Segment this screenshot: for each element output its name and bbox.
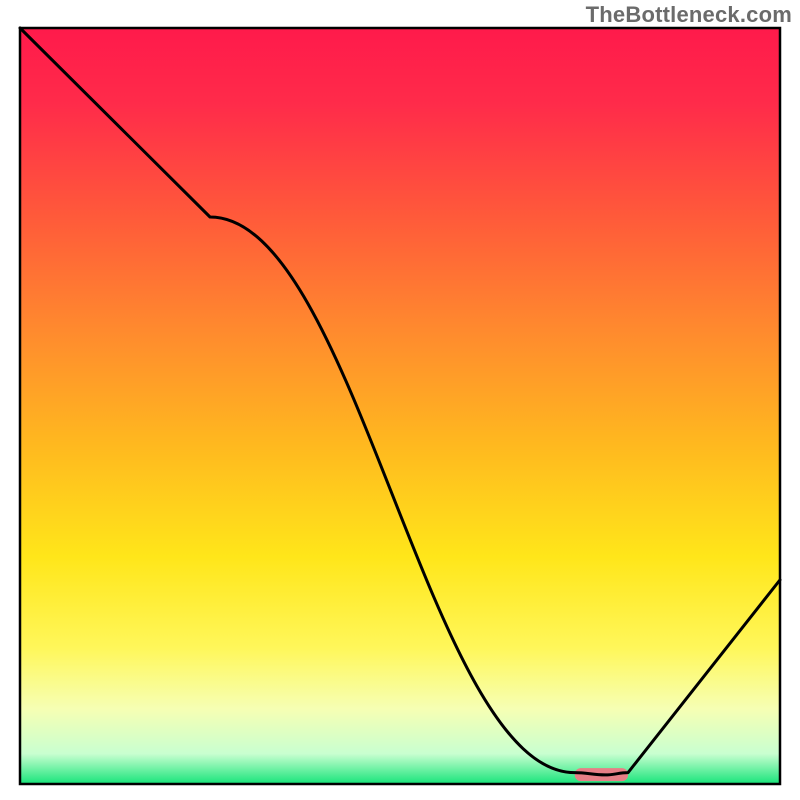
chart-container: TheBottleneck.com [0,0,800,800]
bottleneck-chart [0,0,800,800]
watermark-text: TheBottleneck.com [586,2,792,28]
